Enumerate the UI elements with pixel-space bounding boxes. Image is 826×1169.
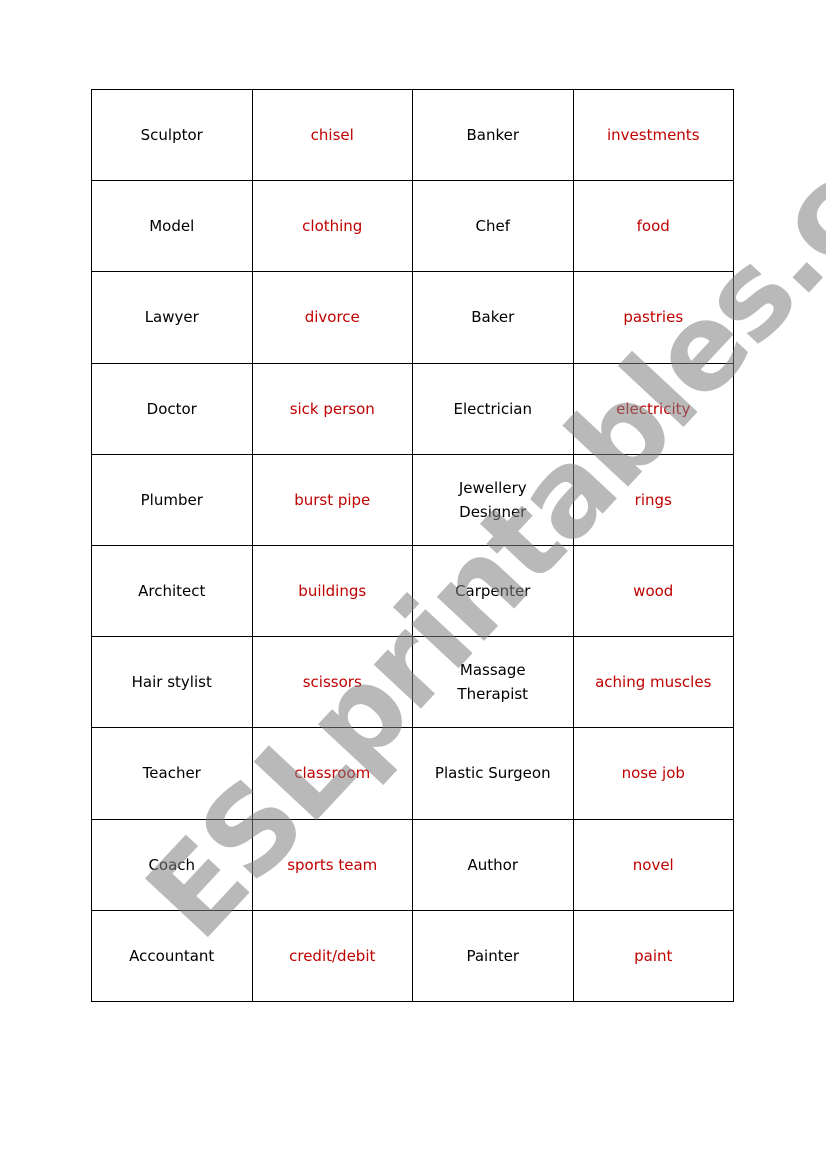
clue-card: nose job [572,727,734,820]
clue-card: divorce [251,271,413,364]
job-card: Hair stylist [91,636,253,729]
job-card: Author [412,818,574,911]
table-row: Plumber burst pipe Jewellery Designer rings [91,453,734,546]
clue-card: scissors [251,636,413,729]
table-row: Model clothing Chef food [91,180,734,273]
table-row: Lawyer divorce Baker pastries [91,271,734,364]
job-card: Sculptor [91,88,253,182]
job-card: Carpenter [412,544,574,638]
clue-card: rings [572,453,734,546]
clue-card: aching muscles [572,636,734,729]
clue-card: paint [572,909,734,1003]
job-card: Plastic Surgeon [412,727,574,820]
job-card: Architect [91,544,253,638]
clue-card: credit/debit [251,909,413,1003]
job-card: Model [91,180,253,273]
job-card: Baker [412,271,574,364]
clue-card: novel [572,818,734,911]
table-row: Hair stylist scissors Massage Therapist ach… [91,636,734,729]
clue-card: pastries [572,271,734,364]
table-row: Architect buildings Carpenter wood [91,544,734,638]
job-card: Chef [412,180,574,273]
table-row: Sculptor chisel Banker investments [91,88,734,182]
job-card: Painter [412,909,574,1003]
clue-card: clothing [251,180,413,273]
job-card: Jewellery Designer [412,453,574,546]
clue-card: sick person [251,362,413,455]
table-row: Coach sports team Author novel [91,818,734,911]
table-row: Teacher classroom Plastic Surgeon nose job [91,727,734,820]
clue-card: classroom [251,727,413,820]
clue-card: sports team [251,818,413,911]
job-card: Electrician [412,362,574,455]
clue-card: investments [572,88,734,182]
job-card: Plumber [91,453,253,546]
job-card: Doctor [91,362,253,455]
clue-card: burst pipe [251,453,413,546]
job-card: Massage Therapist [412,636,574,729]
job-card: Coach [91,818,253,911]
clue-card: electricity [572,362,734,455]
table-row: Doctor sick person Electrician electricity [91,362,734,455]
clue-card: food [572,180,734,273]
table-row: Accountant credit/debit Painter paint [91,909,734,1003]
clue-card: wood [572,544,734,638]
job-card: Teacher [91,727,253,820]
clue-card: chisel [251,88,413,182]
job-card-table: Sculptor chisel Banker investments Model clot… [91,88,734,1003]
job-card: Accountant [91,909,253,1003]
job-card: Banker [412,88,574,182]
job-card: Lawyer [91,271,253,364]
card-table-body: Sculptor chisel Banker investments Model clot… [91,88,734,1003]
clue-card: buildings [251,544,413,638]
